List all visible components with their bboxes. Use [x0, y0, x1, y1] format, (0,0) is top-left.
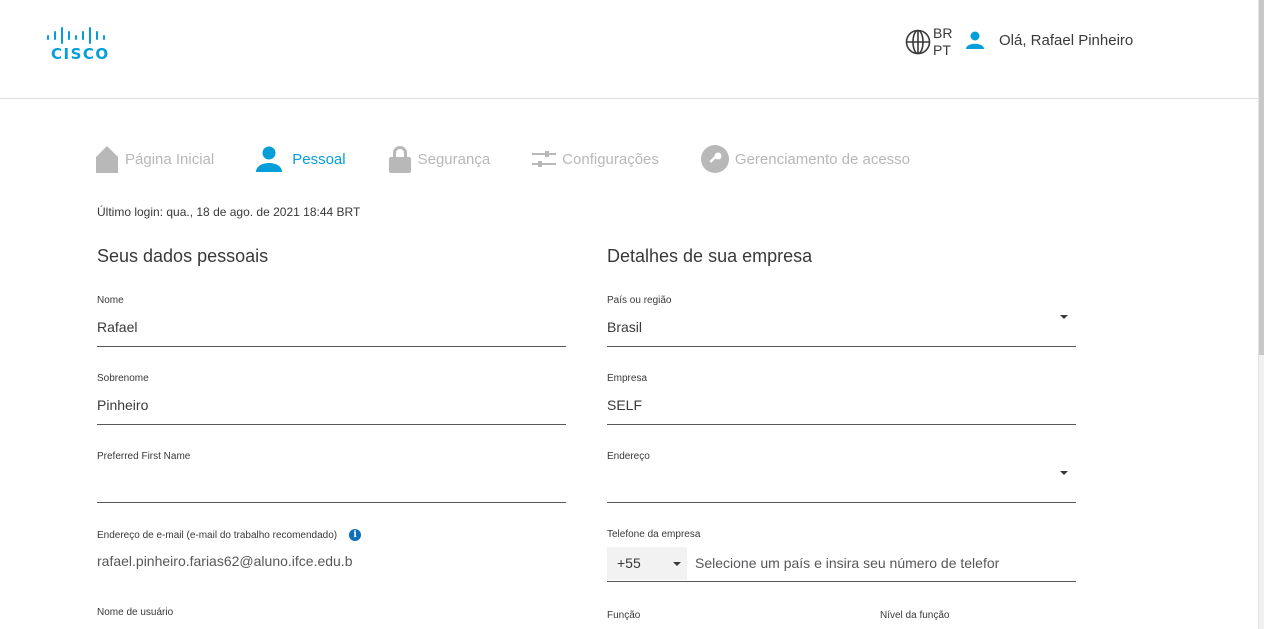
role-label: Função — [607, 610, 641, 621]
first-name-field[interactable]: Nome Rafael — [97, 295, 566, 347]
tab-personal-label: Pessoal — [292, 150, 346, 168]
last-name-label: Sobrenome — [97, 373, 149, 384]
company-section-title: Detalhes de sua empresa — [607, 246, 813, 266]
tab-settings-label: Configurações — [562, 150, 659, 168]
info-icon[interactable]: i — [349, 529, 362, 541]
tab-access-management-label: Gerenciamento de acesso — [734, 150, 911, 168]
first-name-value[interactable]: Rafael — [97, 319, 137, 335]
personal-section-title: Seus dados pessoais — [97, 246, 269, 266]
phone-number-input[interactable]: Selecione um país e insira seu número de… — [695, 555, 1076, 571]
home-icon — [95, 145, 119, 173]
logo-text: CISCO — [51, 45, 110, 63]
chevron-down-icon[interactable] — [673, 562, 681, 566]
tab-security[interactable]: Segurança — [388, 144, 491, 174]
tab-access-management[interactable]: Gerenciamento de acesso — [700, 144, 911, 174]
last-name-value[interactable]: Pinheiro — [97, 397, 148, 413]
person-icon — [256, 146, 283, 172]
country-select[interactable]: País ou região Brasil — [607, 295, 1076, 347]
preferred-name-label: Preferred First Name — [97, 451, 191, 462]
company-field[interactable]: Empresa SELF — [607, 373, 1076, 425]
language-lang: PT — [933, 42, 951, 58]
company-value[interactable]: SELF — [607, 397, 642, 413]
tab-settings[interactable]: Configurações — [532, 144, 659, 174]
chevron-down-icon[interactable] — [1060, 315, 1068, 319]
profile-tabs: Página Inicial Pessoal Segurança Configu… — [95, 144, 952, 174]
page-scrollbar[interactable] — [1258, 0, 1264, 629]
top-header: CISCO BR PT Olá, Rafael Pinheiro — [0, 0, 1258, 99]
tab-personal[interactable]: Pessoal — [256, 144, 346, 174]
company-phone-field[interactable]: Telefone da empresa +55 Selecione um paí… — [607, 529, 1076, 582]
email-value: rafael.pinheiro.farias62@aluno.ifce.edu.… — [97, 553, 353, 569]
email-label-row: Endereço de e-mail (e-mail do trabalho r… — [97, 529, 362, 541]
globe-icon — [905, 29, 931, 55]
key-icon — [700, 145, 729, 173]
country-label: País ou região — [607, 295, 672, 306]
tab-security-label: Segurança — [417, 150, 491, 168]
language-selector[interactable]: BR PT — [905, 25, 952, 59]
username-label: Nome de usuário — [97, 607, 174, 618]
company-label: Empresa — [607, 373, 648, 384]
last-name-field[interactable]: Sobrenome Pinheiro — [97, 373, 566, 425]
email-label: Endereço de e-mail (e-mail do trabalho r… — [97, 529, 338, 541]
tab-home-label: Página Inicial — [125, 150, 215, 168]
tab-home[interactable]: Página Inicial — [95, 144, 214, 174]
language-code: BR PT — [933, 25, 952, 59]
address-label: Endereço — [607, 451, 650, 462]
scrollbar-thumb[interactable] — [1259, 0, 1264, 355]
first-name-label: Nome — [97, 295, 124, 306]
address-select[interactable]: Endereço — [607, 451, 1076, 503]
email-field: Endereço de e-mail (e-mail do trabalho r… — [97, 529, 566, 581]
company-phone-label: Telefone da empresa — [607, 529, 701, 540]
country-value[interactable]: Brasil — [607, 319, 642, 335]
user-menu[interactable]: Olá, Rafael Pinheiro — [965, 31, 1133, 49]
sliders-icon — [532, 148, 557, 170]
user-greeting: Olá, Rafael Pinheiro — [999, 31, 1134, 49]
phone-country-code-select[interactable]: +55 — [607, 547, 687, 580]
role-level-label: Nível da função — [880, 610, 950, 621]
user-icon — [966, 31, 984, 49]
language-region: BR — [933, 25, 953, 41]
preferred-name-field[interactable]: Preferred First Name — [97, 451, 566, 503]
chevron-down-icon[interactable] — [1060, 471, 1068, 475]
last-login-text: Último login: qua., 18 de ago. de 2021 1… — [97, 205, 361, 219]
cisco-bars-icon — [47, 27, 105, 44]
cisco-logo[interactable]: CISCO — [46, 26, 110, 63]
lock-icon — [388, 145, 412, 173]
phone-country-code-value: +55 — [617, 555, 641, 571]
